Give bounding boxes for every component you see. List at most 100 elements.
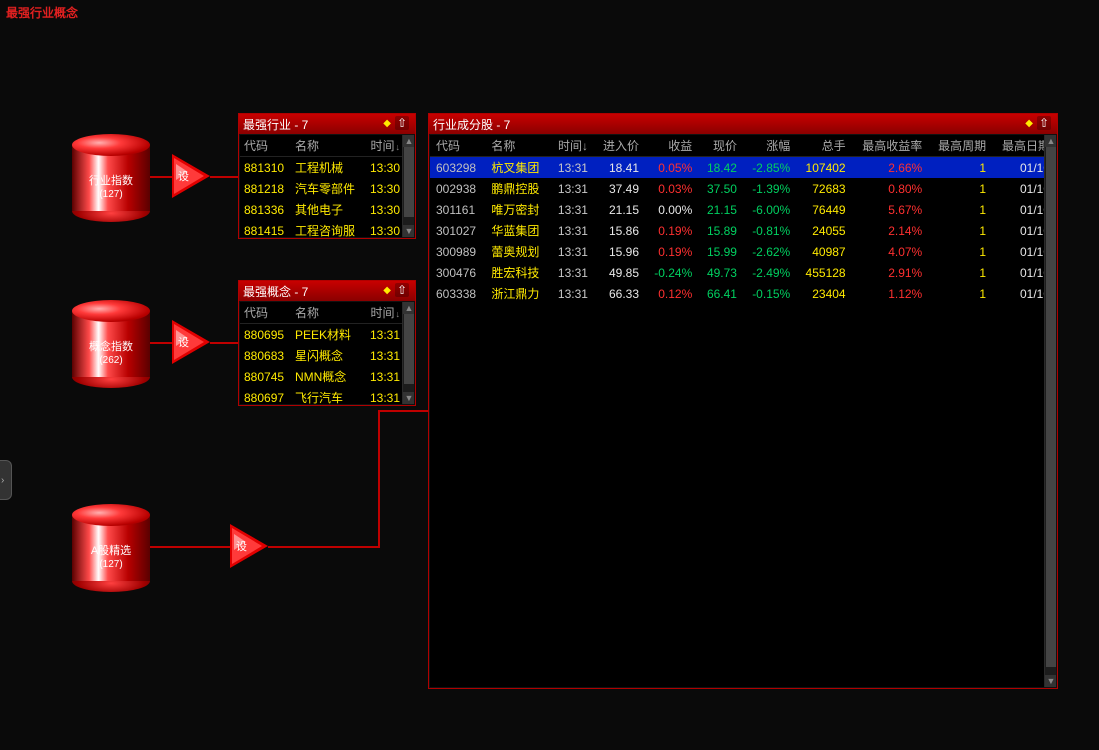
table-row[interactable]: 301027华蓝集团13:3115.860.19%15.89-0.81%2405…: [430, 220, 1056, 241]
panel-title: 最强概念 - 7: [243, 283, 308, 300]
table-row[interactable]: 002938鹏鼎控股13:3137.490.03%37.50-1.39%7268…: [430, 178, 1056, 199]
cell-vol: 107402: [796, 157, 851, 179]
scroll-down-icon[interactable]: ▼: [403, 225, 414, 237]
cell-vol: 23404: [796, 283, 851, 304]
table-row[interactable]: 300989蕾奥规划13:3115.960.19%15.99-2.62%4098…: [430, 241, 1056, 262]
scroll-thumb[interactable]: [404, 314, 414, 384]
cell-name: NMN概念: [291, 366, 363, 387]
table-row[interactable]: 880683星闪概念13:31: [240, 345, 414, 366]
panel-header[interactable]: 最强概念 - 7 ◆ ⇧: [239, 281, 415, 301]
cell-entry: 37.49: [594, 178, 645, 199]
cell-price: 66.41: [698, 283, 743, 304]
cell-time: 13:31: [549, 157, 594, 179]
cell-profit: 0.19%: [645, 220, 698, 241]
panel-top-concept: 最强概念 - 7 ◆ ⇧ 代码 名称 时间↓ 880695PEEK材料13:31…: [238, 280, 416, 406]
table-row[interactable]: 881415工程咨询服13:30: [240, 220, 414, 237]
col-name[interactable]: 名称: [291, 135, 363, 157]
cell-cycle: 1: [928, 199, 992, 220]
collapse-icon[interactable]: ⇧: [1037, 116, 1051, 130]
table-row[interactable]: 881310工程机械13:30: [240, 157, 414, 179]
col-maxrate[interactable]: 最高收益率: [852, 135, 929, 157]
cell-name: PEEK材料: [291, 324, 363, 346]
scroll-thumb[interactable]: [1046, 147, 1056, 667]
panel-header[interactable]: 最强行业 - 7 ◆ ⇧: [239, 114, 415, 134]
cell-chg: -2.85%: [743, 157, 796, 179]
cylinder-industry-index[interactable]: 行业指数 (127): [72, 134, 150, 222]
col-name[interactable]: 名称: [485, 135, 549, 157]
diamond-icon[interactable]: ◆: [1025, 118, 1033, 129]
col-chg[interactable]: 涨幅: [743, 135, 796, 157]
panel-header[interactable]: 行业成分股 - 7 ◆ ⇧: [429, 114, 1057, 134]
cell-vol: 72683: [796, 178, 851, 199]
col-vol[interactable]: 总手: [796, 135, 851, 157]
cell-name: 浙江鼎力: [485, 283, 549, 304]
table-row[interactable]: 880695PEEK材料13:31: [240, 324, 414, 346]
cell-chg: -1.39%: [743, 178, 796, 199]
table-row[interactable]: 300476胜宏科技13:3149.85-0.24%49.73-2.49%455…: [430, 262, 1056, 283]
cell-code: 880683: [240, 345, 291, 366]
table-row[interactable]: 881218汽车零部件13:30: [240, 178, 414, 199]
cell-code: 880697: [240, 387, 291, 404]
stocks-table: 代码 名称 时间↓ 进入价 收益 现价 涨幅 总手 最高收益率 最高周期 最高日…: [430, 135, 1056, 304]
cell-vol: 455128: [796, 262, 851, 283]
table-row[interactable]: 881336其他电子13:30: [240, 199, 414, 220]
table-row[interactable]: 603298杭叉集团13:3118.410.05%18.42-2.85%1074…: [430, 157, 1056, 179]
industry-table: 代码 名称 时间↓ 881310工程机械13:30881218汽车零部件13:3…: [240, 135, 414, 237]
table-row[interactable]: 880697飞行汽车13:31: [240, 387, 414, 404]
col-profit[interactable]: 收益: [645, 135, 698, 157]
scrollbar[interactable]: ▲ ▼: [1044, 135, 1056, 687]
scroll-thumb[interactable]: [404, 147, 414, 217]
cell-entry: 15.86: [594, 220, 645, 241]
cell-profit: -0.24%: [645, 262, 698, 283]
scroll-up-icon[interactable]: ▲: [1045, 135, 1056, 147]
cell-maxrate: 1.12%: [852, 283, 929, 304]
cell-name: 唯万密封: [485, 199, 549, 220]
connector-line: [210, 342, 238, 344]
cell-code: 301027: [430, 220, 485, 241]
col-entry[interactable]: 进入价: [594, 135, 645, 157]
col-name[interactable]: 名称: [291, 302, 363, 324]
connector-line: [150, 546, 230, 548]
scroll-down-icon[interactable]: ▼: [403, 392, 414, 404]
filter-label: 设: [178, 334, 189, 350]
col-cycle[interactable]: 最高周期: [928, 135, 992, 157]
scrollbar[interactable]: ▲ ▼: [402, 135, 414, 237]
cell-code: 603298: [430, 157, 485, 179]
cylinder-label: A股精选 (127): [72, 544, 150, 572]
col-time[interactable]: 时间↓: [549, 135, 594, 157]
table-row[interactable]: 603338浙江鼎力13:3166.330.12%66.41-0.15%2340…: [430, 283, 1056, 304]
cell-entry: 66.33: [594, 283, 645, 304]
cell-name: 胜宏科技: [485, 262, 549, 283]
scroll-down-icon[interactable]: ▼: [1045, 675, 1056, 687]
cell-entry: 18.41: [594, 157, 645, 179]
scrollbar[interactable]: ▲ ▼: [402, 302, 414, 404]
scroll-up-icon[interactable]: ▲: [403, 302, 414, 314]
cell-price: 49.73: [698, 262, 743, 283]
scroll-up-icon[interactable]: ▲: [403, 135, 414, 147]
cell-name: 飞行汽车: [291, 387, 363, 404]
cylinder-concept-index[interactable]: 概念指数 (262): [72, 300, 150, 388]
table-row[interactable]: 880745NMN概念13:31: [240, 366, 414, 387]
collapse-icon[interactable]: ⇧: [395, 116, 409, 130]
cell-code: 301161: [430, 199, 485, 220]
cylinder-stock-select[interactable]: A股精选 (127): [72, 504, 150, 592]
col-code[interactable]: 代码: [240, 302, 291, 324]
table-row[interactable]: 301161唯万密封13:3121.150.00%21.15-6.00%7644…: [430, 199, 1056, 220]
diamond-icon[interactable]: ◆: [383, 118, 391, 129]
edge-expand-tab[interactable]: ›: [0, 460, 12, 500]
col-code[interactable]: 代码: [240, 135, 291, 157]
collapse-icon[interactable]: ⇧: [395, 283, 409, 297]
diamond-icon[interactable]: ◆: [383, 285, 391, 296]
cell-maxrate: 2.91%: [852, 262, 929, 283]
cylinder-count: (127): [72, 188, 150, 202]
cell-name: 工程咨询服: [291, 220, 363, 237]
col-code[interactable]: 代码: [430, 135, 485, 157]
cylinder-top: [72, 300, 150, 322]
cylinder-count: (262): [72, 354, 150, 368]
col-price[interactable]: 现价: [698, 135, 743, 157]
cell-code: 880695: [240, 324, 291, 346]
cell-cycle: 1: [928, 220, 992, 241]
cell-maxrate: 2.66%: [852, 157, 929, 179]
cell-name: 其他电子: [291, 199, 363, 220]
cell-code: 300476: [430, 262, 485, 283]
